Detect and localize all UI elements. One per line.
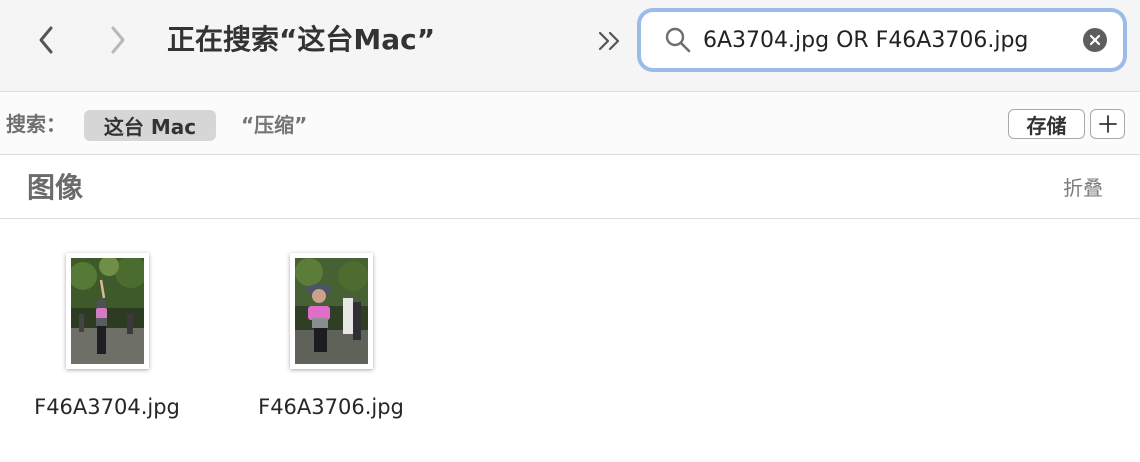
search-input[interactable] xyxy=(703,22,1067,58)
search-results: F46A3704.jpg F46A3706.jpg xyxy=(0,220,1140,462)
plus-icon xyxy=(1098,115,1117,133)
images-section-header: 图像 折叠 xyxy=(0,156,1140,219)
photo-thumbnail-graphic xyxy=(71,258,144,364)
forward-button[interactable] xyxy=(98,22,138,58)
image-thumbnail xyxy=(66,253,149,369)
chevron-right-icon xyxy=(111,26,125,54)
file-item[interactable]: F46A3706.jpg xyxy=(241,220,421,440)
toolbar-overflow-button[interactable] xyxy=(594,26,626,56)
file-item[interactable]: F46A3704.jpg xyxy=(17,220,197,440)
file-name: F46A3704.jpg xyxy=(34,395,180,419)
chevron-left-icon xyxy=(39,26,53,54)
search-focus-ring xyxy=(637,8,1127,72)
scope-folder-button[interactable]: “压缩” xyxy=(241,110,307,141)
scope-label: 搜索： xyxy=(6,112,66,136)
search-field[interactable] xyxy=(641,12,1123,68)
file-name: F46A3706.jpg xyxy=(258,395,404,419)
back-button[interactable] xyxy=(26,22,66,58)
search-scope-bar: 搜索： 这台 Mac “压缩” 存储 xyxy=(0,93,1140,155)
window-toolbar: 正在搜索“这台Mac” xyxy=(0,0,1140,92)
section-title: 图像 xyxy=(27,171,84,204)
magnifier-icon xyxy=(665,27,691,53)
save-search-button[interactable]: 存储 xyxy=(1008,109,1085,139)
scope-this-mac-button[interactable]: 这台 Mac xyxy=(84,110,216,141)
double-chevron-right-icon xyxy=(598,31,620,51)
photo-thumbnail-graphic xyxy=(295,258,368,364)
add-criteria-button[interactable] xyxy=(1090,109,1125,139)
window-title: 正在搜索“这台Mac” xyxy=(167,23,436,56)
image-thumbnail xyxy=(290,253,373,369)
clear-search-button[interactable] xyxy=(1083,28,1107,52)
clear-circle-icon xyxy=(1089,34,1101,46)
collapse-section-button[interactable]: 折叠 xyxy=(1063,174,1103,202)
